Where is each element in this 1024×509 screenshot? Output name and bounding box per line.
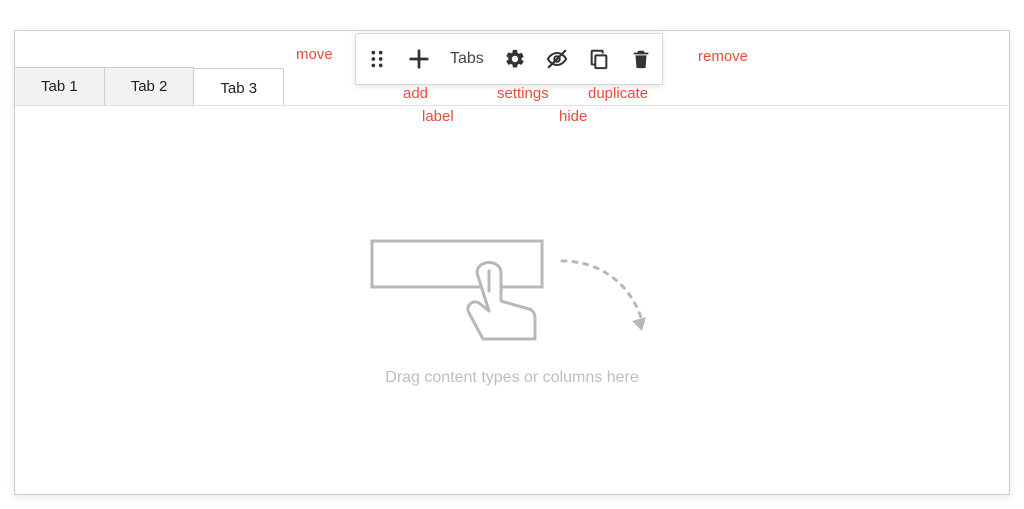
element-toolbar: Tabs [355, 33, 663, 85]
drag-drop-illustration [362, 231, 662, 351]
duplicate-icon [588, 48, 610, 70]
plus-icon [408, 48, 430, 70]
move-icon [366, 48, 388, 70]
element-label-input[interactable]: Tabs [440, 50, 494, 68]
remove-button[interactable] [620, 34, 662, 84]
settings-button[interactable] [494, 34, 536, 84]
trash-icon [630, 48, 652, 70]
tab-3[interactable]: Tab 3 [193, 68, 284, 107]
eye-slash-icon [546, 48, 568, 70]
tab-1[interactable]: Tab 1 [15, 67, 105, 105]
move-handle[interactable] [356, 34, 398, 84]
add-button[interactable] [398, 34, 440, 84]
tab-strip: Tab 1 Tab 2 Tab 3 [15, 67, 284, 106]
dropzone-hint: Drag content types or columns here [312, 369, 712, 387]
duplicate-button[interactable] [578, 34, 620, 84]
tabs-content-stage: Tab 1 Tab 2 Tab 3 Drag content types or … [14, 30, 1010, 495]
gear-icon [504, 48, 526, 70]
hide-button[interactable] [536, 34, 578, 84]
tab-2[interactable]: Tab 2 [104, 67, 195, 105]
content-dropzone[interactable]: Drag content types or columns here [312, 231, 712, 387]
